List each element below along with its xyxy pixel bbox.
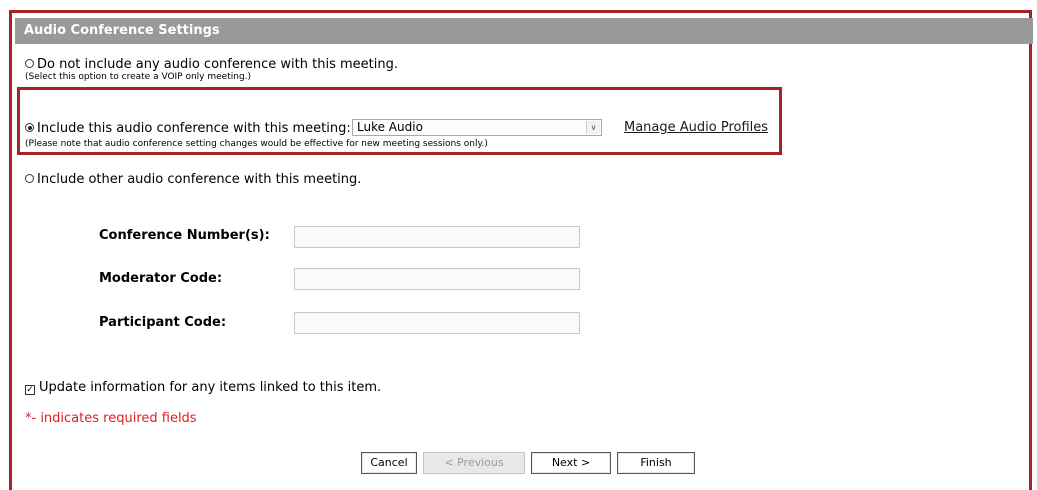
include-this-label: Include this audio conference with this … <box>37 121 351 136</box>
update-linked-option[interactable]: ✓ Update information for any items linked… <box>25 380 381 396</box>
participant-code-input[interactable] <box>294 312 580 334</box>
option-include-this[interactable]: Include this audio conference with this … <box>25 121 351 137</box>
moderator-code-input[interactable] <box>294 268 580 290</box>
audio-profile-select[interactable]: Luke Audio ∨ <box>352 119 602 136</box>
no-audio-radio[interactable] <box>25 59 34 68</box>
include-this-note: (Please note that audio conference setti… <box>25 139 488 149</box>
finish-button[interactable]: Finish <box>617 452 695 474</box>
no-audio-note: (Select this option to create a VOIP onl… <box>25 72 252 82</box>
conference-numbers-input[interactable] <box>294 226 580 248</box>
no-audio-label: Do not include any audio conference with… <box>37 57 398 72</box>
chevron-down-icon[interactable]: ∨ <box>586 121 600 134</box>
include-this-radio[interactable] <box>25 123 34 132</box>
include-other-radio[interactable] <box>25 174 34 183</box>
cancel-button[interactable]: Cancel <box>361 452 417 474</box>
update-linked-label: Update information for any items linked … <box>39 380 382 395</box>
participant-code-label: Participant Code: <box>99 315 227 330</box>
manage-audio-profiles-link[interactable]: Manage Audio Profiles <box>624 120 768 136</box>
conference-numbers-label: Conference Number(s): <box>99 228 270 243</box>
update-linked-checkbox[interactable]: ✓ <box>25 385 35 395</box>
previous-button[interactable]: < Previous <box>423 452 525 474</box>
audio-profile-selected-value: Luke Audio <box>357 120 423 134</box>
section-title: Audio Conference Settings <box>24 23 220 38</box>
required-fields-note: *- indicates required fields <box>25 411 197 426</box>
section-header: Audio Conference Settings <box>15 18 1033 44</box>
next-button[interactable]: Next > <box>531 452 611 474</box>
option-include-other[interactable]: Include other audio conference with this… <box>25 172 361 188</box>
moderator-code-label: Moderator Code: <box>99 271 223 286</box>
option-no-audio[interactable]: Do not include any audio conference with… <box>25 57 398 73</box>
include-other-label: Include other audio conference with this… <box>37 172 362 187</box>
